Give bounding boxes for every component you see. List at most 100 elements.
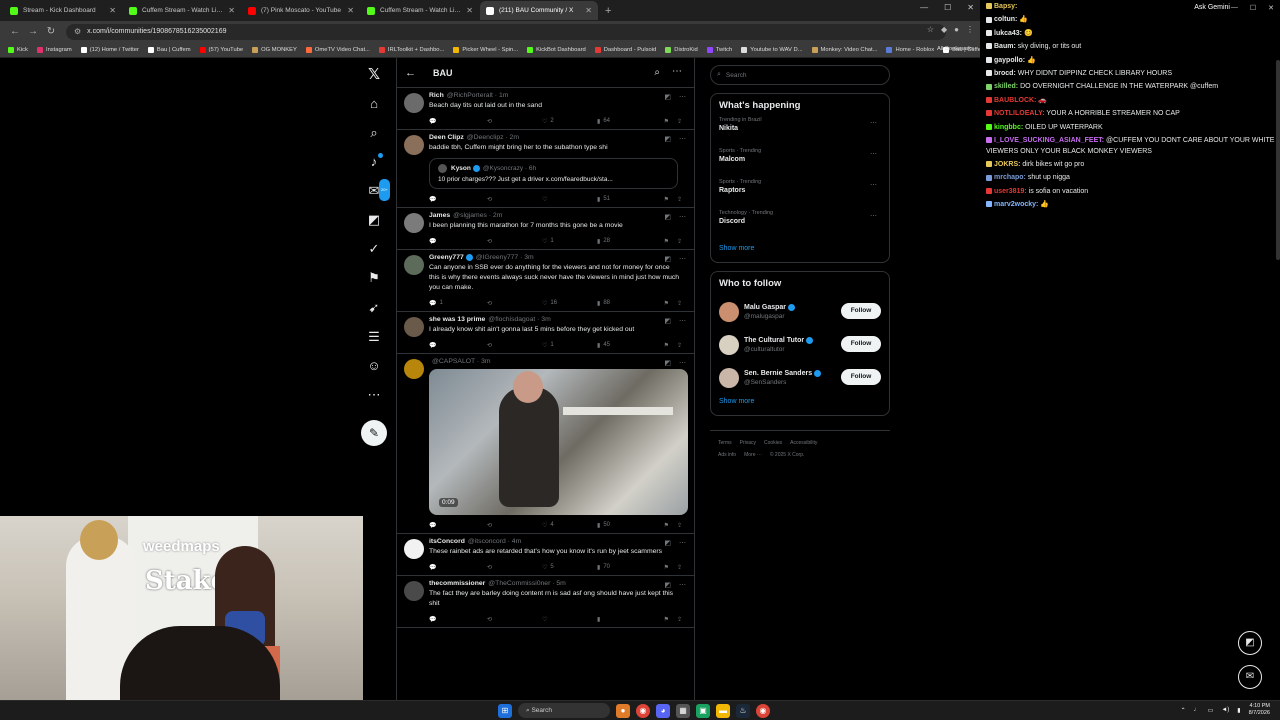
profile-icon[interactable]: ●	[954, 25, 959, 34]
bookmark-icon[interactable]: ⚑	[664, 522, 669, 529]
chat-username[interactable]: skilled:	[994, 83, 1018, 90]
follow-suggestion[interactable]: Malu Gaspar @malugaspar Follow	[719, 295, 881, 328]
browser-tab[interactable]: Cuffem Stream - Watch Live on ✕	[361, 1, 479, 20]
premium-icon[interactable]: ✓	[364, 239, 384, 259]
menu-icon[interactable]: ⋮	[966, 25, 974, 34]
post[interactable]: thecommissioner @TheCommissi0ner · 5m ◩ ⋯ Th…	[397, 576, 694, 628]
search-input[interactable]: ⌕ Search	[710, 65, 890, 85]
like-button[interactable]: ♡ 1	[542, 238, 597, 245]
post[interactable]: @CAPSALOT · 3m ◩ ⋯ 0:09 💬 ⟲ ♡ 4 ▮ 50 ⚑ ⇪	[397, 354, 694, 534]
grok-icon[interactable]: ◩	[664, 359, 671, 367]
forward-icon[interactable]: →	[24, 26, 42, 37]
author-name[interactable]: James	[429, 212, 450, 219]
minimize-icon[interactable]: —	[1231, 4, 1238, 12]
share-icon[interactable]: ⇪	[677, 196, 682, 203]
footer-link[interactable]: Accessibility	[790, 440, 817, 446]
taskbar-search[interactable]: ⌕ Search	[518, 703, 610, 718]
trend-item[interactable]: Sports · Trending Malcom ⋯	[719, 148, 881, 179]
tab-close-icon[interactable]: ✕	[585, 6, 592, 15]
reply-button[interactable]: 💬 1	[429, 300, 487, 307]
tab-close-icon[interactable]: ✕	[466, 6, 473, 15]
post-more-icon[interactable]: ⋯	[679, 135, 686, 143]
views-button[interactable]: ▮ 45	[597, 342, 657, 349]
avatar[interactable]	[404, 539, 424, 559]
footer-link[interactable]: More ···	[744, 452, 762, 458]
like-button[interactable]: ♡ 4	[542, 522, 597, 529]
browser-tab[interactable]: (211) BAU Community / X ✕	[480, 1, 598, 20]
bookmark-item[interactable]: (57) YouTube	[199, 46, 243, 53]
url-field[interactable]: ⚙ x.com/i/communities/190867851623500216…	[66, 23, 946, 40]
follow-button[interactable]: Follow	[841, 303, 881, 319]
reply-button[interactable]: 💬	[429, 196, 487, 203]
chrome2-icon[interactable]: ◉	[756, 703, 770, 718]
post[interactable]: Greeny777 @IGreeny777 · 3m ◩ ⋯ Can anyone in…	[397, 250, 694, 312]
more-options-icon[interactable]: ⋯	[672, 66, 682, 77]
chat-username[interactable]: BAUBLOCK:	[994, 97, 1036, 104]
chat-username[interactable]: lukca43:	[994, 30, 1022, 37]
reply-button[interactable]: 💬	[429, 522, 487, 529]
share-icon[interactable]: ⇪	[677, 300, 682, 307]
reply-button[interactable]: 💬	[429, 118, 487, 125]
trend-more-icon[interactable]: ⋯	[870, 181, 877, 189]
steam-icon[interactable]: ♨	[736, 703, 750, 718]
post-more-icon[interactable]: ⋯	[679, 213, 686, 221]
grok-icon[interactable]: ◩	[664, 317, 671, 325]
browser-tab[interactable]: (7) Pink Moscato - YouTube ✕	[242, 1, 360, 20]
repost-button[interactable]: ⟲	[487, 522, 542, 529]
reload-icon[interactable]: ↻	[42, 26, 60, 37]
grok-float-icon[interactable]: ◩	[1238, 631, 1262, 655]
post-more-icon[interactable]: ⋯	[679, 359, 686, 367]
grok-icon[interactable]: ◩	[664, 135, 671, 143]
author-name[interactable]: thecommissioner	[429, 580, 485, 587]
author-handle[interactable]: @RichPorteralt · 1m	[447, 92, 509, 99]
home-icon[interactable]: ⌂	[364, 94, 384, 114]
compose-post-button[interactable]: ✎	[361, 420, 387, 446]
tray-chevron-icon[interactable]: ⌃	[1181, 707, 1186, 714]
like-button[interactable]: ♡	[542, 196, 597, 203]
author-handle[interactable]: @itsconcord · 4m	[468, 538, 521, 545]
chat-username[interactable]: Baum:	[994, 43, 1016, 50]
chat-username[interactable]: Bapsy:	[994, 3, 1017, 10]
post-more-icon[interactable]: ⋯	[679, 317, 686, 325]
grok-icon[interactable]: ◩	[664, 539, 671, 547]
views-button[interactable]: ▮ 51	[597, 196, 657, 203]
bookmark-item[interactable]: DistroKid	[665, 46, 698, 53]
tab-close-icon[interactable]: ✕	[109, 6, 116, 15]
bookmark-item[interactable]: Twitch	[706, 46, 732, 53]
file-explorer-icon[interactable]: ▬	[716, 703, 730, 718]
jobs-icon[interactable]: ➹	[364, 298, 384, 318]
chat-username[interactable]: NOTLILOEALY:	[994, 110, 1045, 117]
views-button[interactable]: ▮	[597, 616, 657, 623]
follow-button[interactable]: Follow	[841, 336, 881, 352]
bookmarks-icon[interactable]: ⚑	[364, 268, 384, 288]
clock[interactable]: 4:10 PM 8/7/2026	[1249, 703, 1270, 717]
follow-suggestion[interactable]: The Cultural Tutor @culturaltutor Follow	[719, 328, 881, 361]
post-more-icon[interactable]: ⋯	[679, 581, 686, 589]
bookmark-item[interactable]: OG MONKEY	[252, 46, 297, 53]
author-name[interactable]: Greeny777	[429, 254, 464, 261]
follow-suggestion[interactable]: Sen. Bernie Sanders @SenSanders Follow	[719, 361, 881, 394]
discord-icon[interactable]: ◕	[656, 703, 670, 718]
bookmark-item[interactable]: Home - Roblox	[886, 46, 934, 53]
post[interactable]: Deen Clipz @Deenclipz · 2m ◩ ⋯ baddie tbh, C…	[397, 130, 694, 208]
bookmark-item[interactable]: Youtube to WAV D...	[741, 46, 803, 53]
bookmark-item[interactable]: IRLToolkit + Dashbo...	[378, 46, 444, 53]
trends-show-more-link[interactable]: Show more	[719, 245, 881, 252]
site-info-icon[interactable]: ⚙	[74, 27, 81, 36]
trend-more-icon[interactable]: ⋯	[870, 212, 877, 220]
trend-item[interactable]: Technology · Trending Discord ⋯	[719, 210, 881, 241]
like-button[interactable]: ♡ 2	[542, 118, 597, 125]
author-name[interactable]: she was 13 prime	[429, 316, 485, 323]
reply-button[interactable]: 💬	[429, 342, 487, 349]
browser-tab[interactable]: Stream - Kick Dashboard ✕	[4, 1, 122, 20]
bookmark-icon[interactable]: ⚑	[664, 616, 669, 623]
trend-more-icon[interactable]: ⋯	[870, 150, 877, 158]
bookmark-item[interactable]: KickBot Dashboard	[527, 46, 586, 53]
repost-button[interactable]: ⟲	[487, 196, 542, 203]
post-more-icon[interactable]: ⋯	[679, 255, 686, 263]
avatar[interactable]	[404, 213, 424, 233]
author-handle[interactable]: @flochisdagoat · 3m	[488, 316, 550, 323]
messages-float-icon[interactable]: ✉	[1238, 665, 1262, 689]
close-icon[interactable]: ✕	[1268, 4, 1274, 12]
avatar[interactable]	[404, 581, 424, 601]
